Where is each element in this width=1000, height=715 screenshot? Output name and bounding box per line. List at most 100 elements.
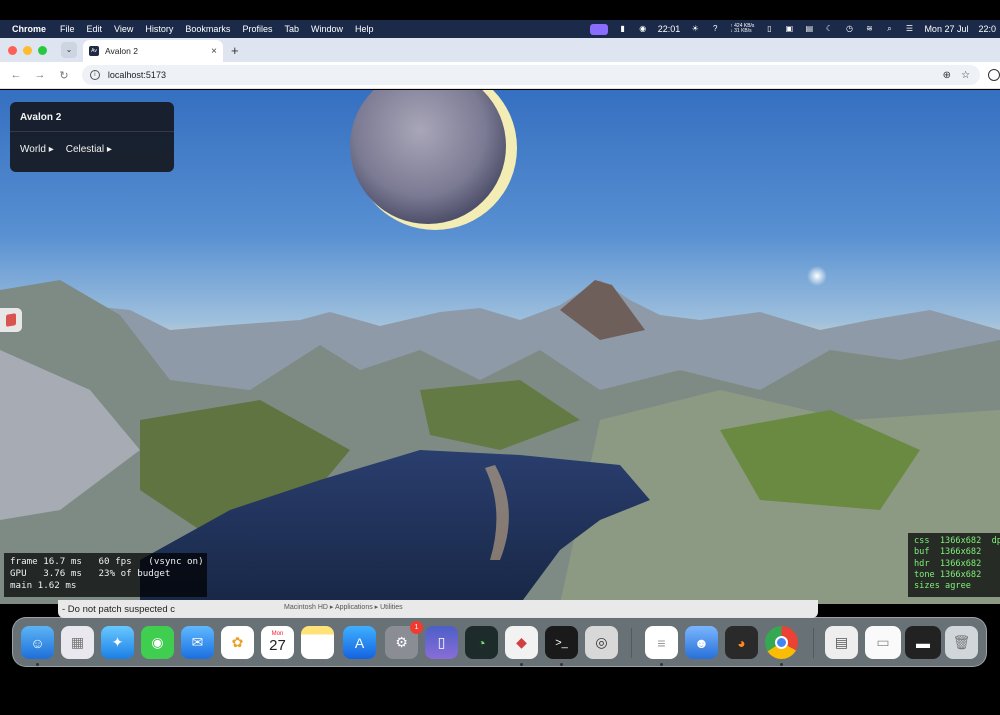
safari-icon[interactable]: ✦ xyxy=(101,626,134,659)
calendar-icon[interactable]: Mon 27 xyxy=(261,626,294,659)
browser-toolbar: ← → ↻ i localhost:5173 ⊕ ☆ xyxy=(0,62,1000,89)
back-icon[interactable]: ← xyxy=(8,69,24,81)
terminal-running-dot xyxy=(560,663,563,666)
stats-frame: frame 16.7 ms 60 fps (vsync on) xyxy=(10,556,204,567)
window-icon[interactable]: ▣ xyxy=(784,24,794,34)
documents-stack-icon[interactable]: ▭ xyxy=(865,626,901,659)
menu-date[interactable]: Mon 27 Jul xyxy=(924,24,968,34)
launchpad-icon[interactable]: ▦ xyxy=(61,626,94,659)
messages-icon[interactable]: ◉ xyxy=(141,626,174,659)
battery-icon[interactable]: ▮ xyxy=(618,24,628,34)
search-icon[interactable]: ⌕ xyxy=(884,24,894,34)
planet xyxy=(350,90,517,230)
settings-badge: 1 xyxy=(410,621,423,634)
zoom-icon[interactable]: ⊕ xyxy=(943,70,951,81)
chrome-running-dot xyxy=(780,663,783,666)
celestial-menu[interactable]: Celestial ▸ xyxy=(66,144,112,155)
size-stats: css 1366x682 dp buf 1366x682 hdr 1366x682 t… xyxy=(908,533,1000,597)
eye-icon[interactable]: ◉ xyxy=(638,24,648,34)
extension-icon xyxy=(6,313,16,327)
net-down: 31 KB/s xyxy=(734,28,752,34)
app-store-icon[interactable]: A xyxy=(343,626,376,659)
frame-stats: frame 16.7 ms 60 fps (vsync on) GPU 3.76 … xyxy=(4,553,207,597)
clock-icon[interactable]: ◷ xyxy=(844,24,854,34)
weather-icon[interactable]: ☀ xyxy=(690,24,700,34)
avalon-panel: Avalon 2 World ▸ Celestial ▸ xyxy=(10,102,174,172)
terminal-icon[interactable]: >_ xyxy=(545,626,578,659)
menu-view[interactable]: View xyxy=(114,24,133,34)
size-hdr: hdr 1366x682 xyxy=(914,558,982,569)
cpu-graph-icon[interactable]: ▯ xyxy=(764,24,774,34)
zoom-window-button[interactable] xyxy=(38,45,47,55)
menu-tab[interactable]: Tab xyxy=(284,24,299,34)
site-info-icon[interactable]: i xyxy=(89,70,100,80)
menu-clock[interactable]: 22:0 xyxy=(978,24,996,34)
menu-time-small[interactable]: 22:01 xyxy=(658,24,681,34)
sizes-agree: sizes agree xyxy=(914,581,971,592)
close-window-button[interactable] xyxy=(8,45,17,55)
menu-app-name[interactable]: Chrome xyxy=(12,24,46,34)
close-tab-icon[interactable]: × xyxy=(211,46,217,57)
size-tone: tone 1366x682 xyxy=(914,569,982,580)
cube-app-running-dot xyxy=(520,663,523,666)
cube-app-icon[interactable]: ◆ xyxy=(505,626,538,659)
screen-record-icon[interactable] xyxy=(589,23,608,35)
dock-separator-1 xyxy=(631,628,632,658)
minimize-window-button[interactable] xyxy=(23,45,32,55)
trash-icon[interactable]: 🗑 xyxy=(945,626,978,659)
menu-history[interactable]: History xyxy=(145,24,173,34)
notes-icon[interactable] xyxy=(301,626,334,659)
reload-icon[interactable]: ↻ xyxy=(56,69,72,82)
photos-icon[interactable]: ✿ xyxy=(221,626,254,659)
tab-avalon[interactable]: Av Avalon 2 × xyxy=(83,40,223,62)
moon-icon[interactable]: ☾ xyxy=(824,24,834,34)
wifi-icon[interactable]: ≋ xyxy=(864,24,874,34)
finder-breadcrumb: Macintosh HD ▸ Applications ▸ Utilities xyxy=(284,604,403,611)
menu-bar-status: ▮ ◉ 22:01 ☀ ? ↑ 424 KB/s ↓ 31 KB/s ▯ ▣ ▤ … xyxy=(589,20,1000,38)
simulator-icon[interactable]: ▯ xyxy=(425,626,458,659)
menu-edit[interactable]: Edit xyxy=(87,24,103,34)
menu-profiles[interactable]: Profiles xyxy=(242,24,272,34)
textedit-icon[interactable]: ≡ xyxy=(645,626,678,659)
dock: ☺ ▦ ✦ ◉ ✉ ✿ Mon 27 A ⚙ 1 ▯ ◔ ◆ >_ ◎ ≡ ☻ ◕… xyxy=(12,617,987,667)
sun xyxy=(807,266,827,286)
robot-app-icon[interactable]: ☻ xyxy=(685,626,718,659)
finder-icon[interactable]: ☺ xyxy=(21,626,54,659)
dock-separator-2 xyxy=(813,628,814,658)
size-css: css 1366x682 dp xyxy=(914,536,1000,546)
new-tab-icon[interactable]: + xyxy=(231,43,239,58)
control-center-icon[interactable]: ☰ xyxy=(904,24,914,34)
world-menu[interactable]: World ▸ xyxy=(20,144,54,155)
profile-icon[interactable] xyxy=(988,69,1000,81)
background-window[interactable]: - Do not patch suspected c Macintosh HD … xyxy=(58,600,818,618)
network-speed: ↑ 424 KB/s ↓ 31 KB/s xyxy=(730,23,755,34)
blender-icon[interactable]: ◕ xyxy=(725,626,758,659)
menu-help[interactable]: Help xyxy=(355,24,374,34)
clipboard-icon[interactable]: ▤ xyxy=(804,24,814,34)
favicon-icon: Av xyxy=(89,46,99,56)
address-bar[interactable]: i localhost:5173 ⊕ ☆ xyxy=(81,65,981,85)
system-settings-icon[interactable]: ⚙ 1 xyxy=(385,621,423,659)
textedit-running-dot xyxy=(660,663,663,666)
downloads-stack-icon[interactable]: ▤ xyxy=(825,626,858,659)
tab-strip: ⌄ Av Avalon 2 × + xyxy=(0,38,1000,62)
menu-file[interactable]: File xyxy=(60,24,75,34)
forward-icon[interactable]: → xyxy=(32,69,48,81)
finder-running-dot xyxy=(36,663,39,666)
window-controls xyxy=(8,45,47,55)
menu-bookmarks[interactable]: Bookmarks xyxy=(185,24,230,34)
menu-window[interactable]: Window xyxy=(311,24,343,34)
tab-search-chevron-icon[interactable]: ⌄ xyxy=(61,42,77,58)
help-icon[interactable]: ? xyxy=(710,24,720,34)
bookmark-star-icon[interactable]: ☆ xyxy=(961,70,970,81)
calendar-day: 27 xyxy=(269,637,286,654)
mail-icon[interactable]: ✉ xyxy=(181,626,214,659)
activity-monitor-icon[interactable]: ◔ xyxy=(465,626,498,659)
screenshots-stack-icon[interactable]: ▬ xyxy=(905,626,941,659)
screenshot-icon[interactable]: ◎ xyxy=(585,626,618,659)
stats-gpu: GPU 3.76 ms 23% of budget xyxy=(10,568,171,579)
side-extension-button[interactable] xyxy=(0,308,22,332)
url-text[interactable]: localhost:5173 xyxy=(108,70,943,80)
tab-title: Avalon 2 xyxy=(105,46,138,56)
chrome-icon[interactable] xyxy=(765,626,798,659)
